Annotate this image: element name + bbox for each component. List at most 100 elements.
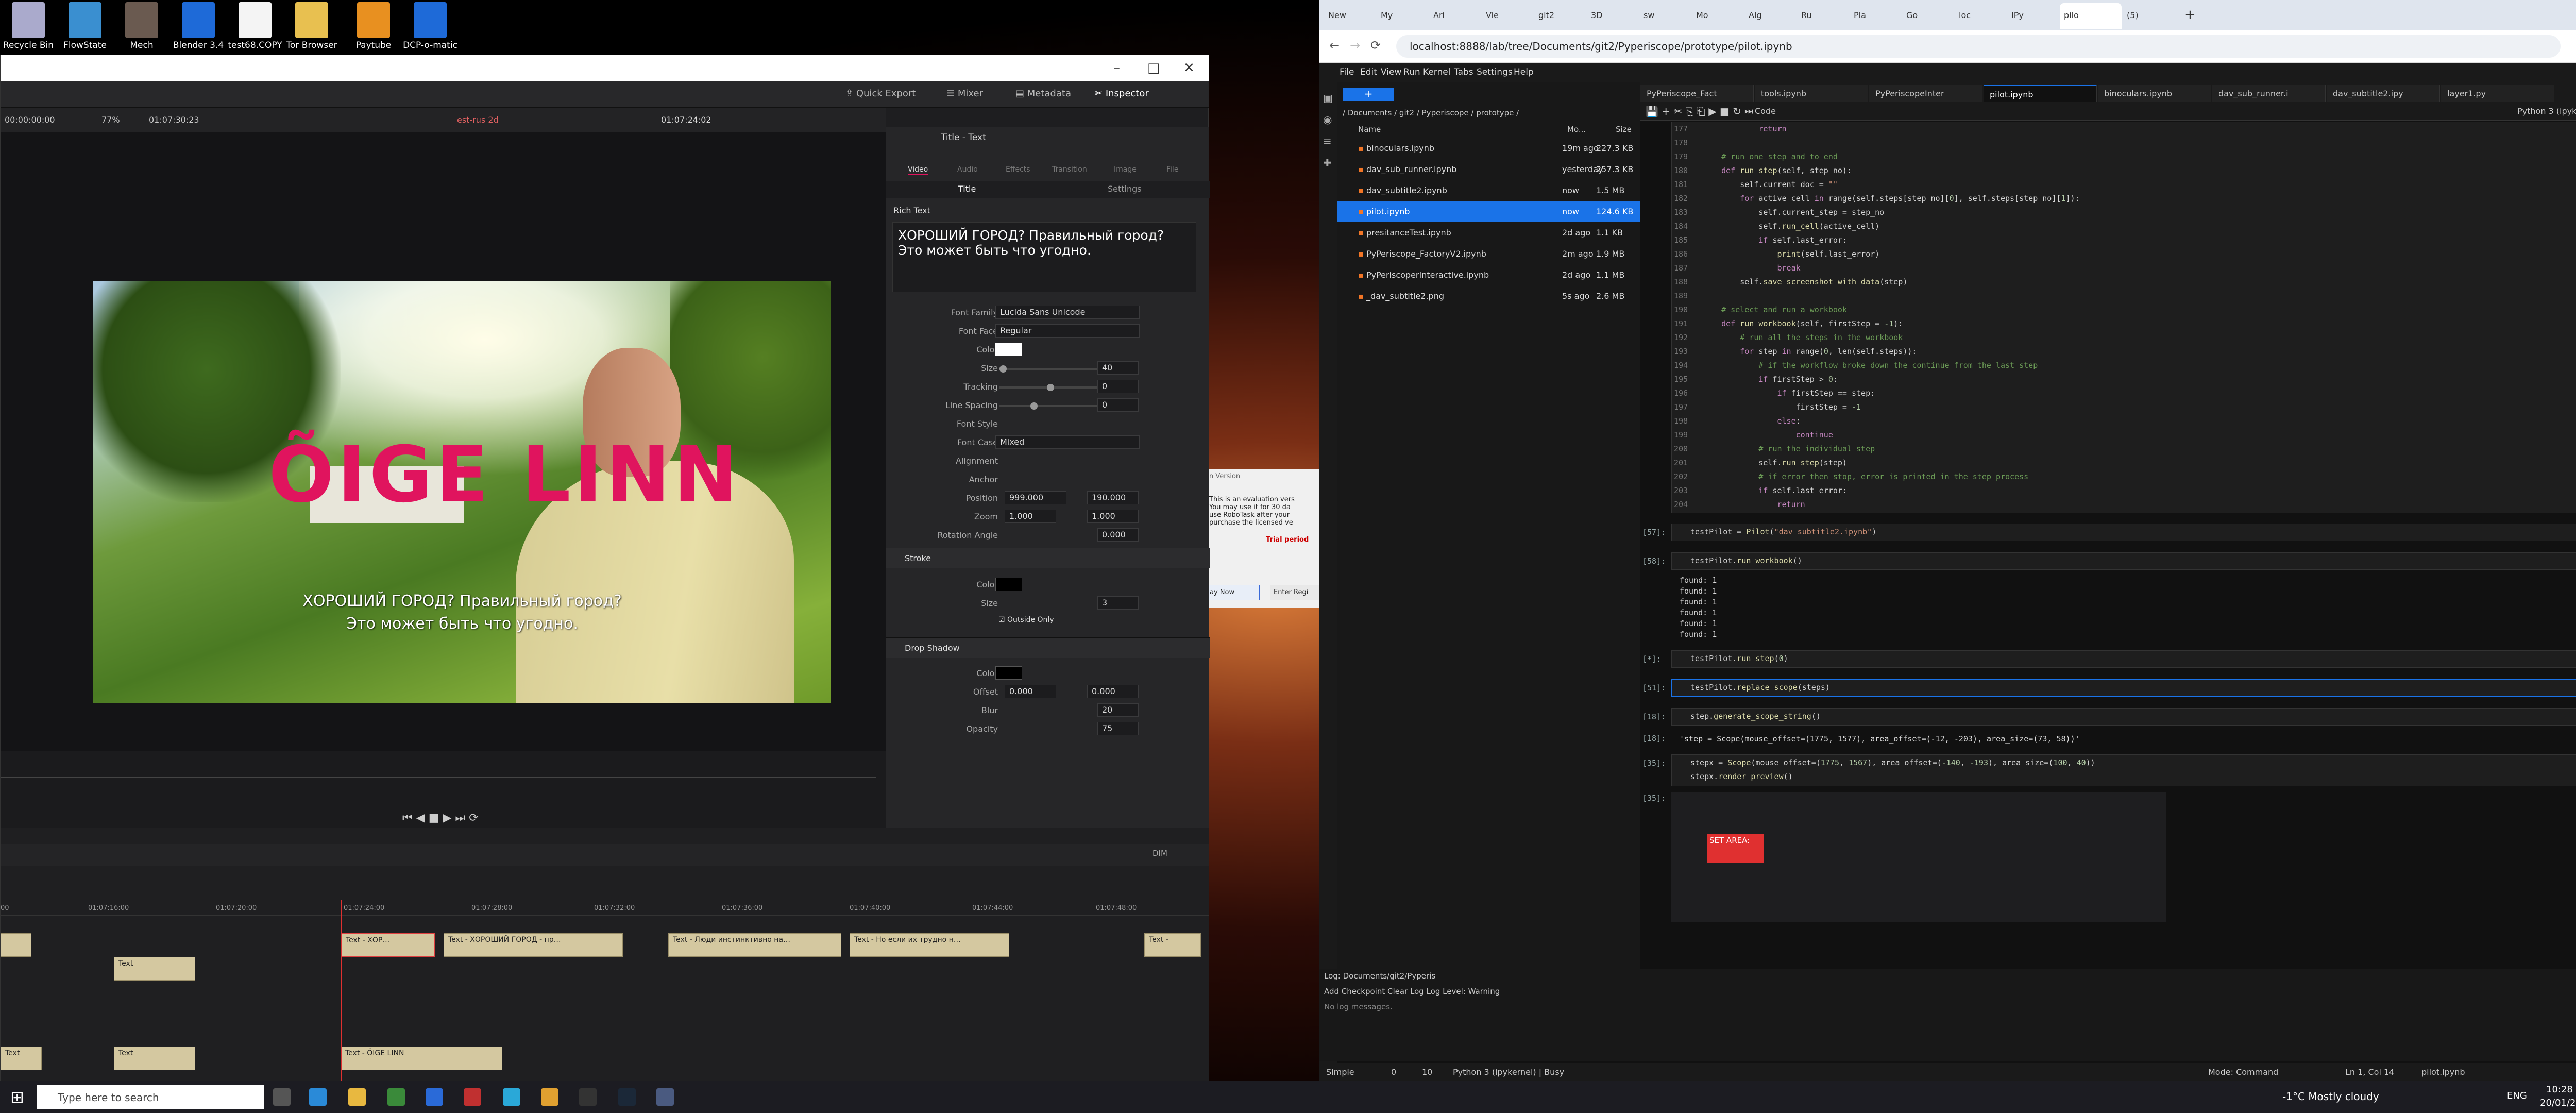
tracking-field[interactable]: 0 [1097, 380, 1139, 393]
browser-tab[interactable]: sw [1639, 3, 1691, 29]
chrome-icon[interactable] [541, 1088, 558, 1106]
forward-icon[interactable]: → [1350, 38, 1360, 53]
notebook-tab[interactable]: dav_subtitle2.ipy [2327, 85, 2440, 102]
back-icon[interactable]: ← [1329, 38, 1340, 53]
explorer-icon[interactable] [348, 1088, 366, 1106]
browser-tab[interactable]: git2 [1534, 3, 1586, 29]
metadata-button[interactable]: ▤ Metadata [1015, 88, 1071, 99]
color-swatch[interactable] [995, 343, 1022, 356]
file-row[interactable]: ▪ _dav_subtitle2.png 5s ago 2.6 MB [1337, 286, 1640, 307]
notebook-tab[interactable]: dav_sub_runner.i [2212, 85, 2326, 102]
extension-icon[interactable]: ✚ [1323, 157, 1332, 169]
shadow-color-swatch[interactable] [995, 666, 1022, 680]
notebook-tab[interactable]: layer1.py [2441, 85, 2554, 102]
tab-transition[interactable]: Transition [1052, 165, 1087, 174]
cell-type-select[interactable]: Code [1755, 106, 1776, 116]
breadcrumb[interactable]: / Documents / git2 / Pyperiscope / proto… [1343, 108, 1519, 117]
kernel-name[interactable]: Python 3 (ipykernel) [2517, 106, 2576, 116]
browser-tab[interactable]: 3D [1587, 3, 1638, 29]
tab-file[interactable]: File [1166, 165, 1178, 174]
clock-date[interactable]: 20/01/2025 [2540, 1098, 2576, 1108]
timeline-clip[interactable] [1, 933, 31, 957]
toolbar-icons[interactable]: 💾 + ✂ ⎘ ⎗ ▶ ■ ↻ ⏭ [1646, 105, 1753, 117]
log-tab[interactable]: Log: Documents/git2/Pyperis [1324, 971, 1435, 981]
add-checkpoint-button[interactable]: Add Checkpoint [1324, 987, 1385, 996]
position-x-field[interactable]: 999.000 [1005, 491, 1066, 504]
rich-text-editor[interactable]: ХОРОШИЙ ГОРОД? Правильный город? Это мож… [892, 222, 1196, 292]
notebook-tab[interactable]: pilot.ipynb [1984, 85, 2097, 102]
font-case-select[interactable]: Mixed [995, 435, 1140, 449]
video-frame[interactable]: ÕIGE LINN ХОРОШИЙ ГОРОД? Правильный горо… [93, 281, 831, 703]
timeline-clip[interactable]: Text - ÕIGE LINN [341, 1047, 502, 1070]
menu-view[interactable]: View [1381, 67, 1401, 77]
toc-icon[interactable]: ≡ [1323, 135, 1332, 147]
app-icon[interactable] [464, 1088, 481, 1106]
language[interactable]: ENG [2507, 1090, 2527, 1101]
code-cell-51[interactable]: testPilot.replace_scope(steps) [1671, 679, 2576, 697]
browser-tab[interactable]: Alg [1744, 3, 1796, 29]
code-cell-35[interactable]: stepx = Scope(mouse_offset=(1775, 1567),… [1671, 754, 2576, 786]
mixer-button[interactable]: ☰ Mixer [946, 88, 983, 99]
file-row[interactable]: ▪ dav_sub_runner.ipynb yesterday 257.3 KB [1337, 159, 1640, 180]
edge-icon[interactable] [309, 1088, 327, 1106]
browser-tab[interactable]: Ru [1797, 3, 1849, 29]
maximize-icon[interactable]: □ [1147, 60, 1160, 76]
browser-tab[interactable]: My [1377, 3, 1428, 29]
transport-controls[interactable]: ⏮ ◀ ■ ▶ ⏭ ⟳ [402, 812, 479, 824]
position-y-field[interactable]: 190.000 [1087, 491, 1139, 504]
menu-help[interactable]: Help [1514, 67, 1534, 77]
windows-start-icon[interactable]: ⊞ [10, 1087, 24, 1107]
size-field[interactable]: 40 [1097, 361, 1139, 375]
close-icon[interactable]: ✕ [1183, 60, 1195, 76]
browser-tab[interactable]: Pla [1850, 3, 1901, 29]
code-cell-57[interactable]: testPilot = Pilot("dav_subtitle2.ipynb") [1671, 524, 2576, 541]
steam-icon[interactable] [618, 1088, 636, 1106]
flowstate-icon[interactable]: FlowState [57, 2, 113, 50]
menu-kernel[interactable]: Kernel [1423, 67, 1450, 77]
new-tab-icon[interactable]: + [2184, 7, 2196, 23]
folder-icon[interactable]: ▣ [1323, 92, 1333, 104]
offset-y-field[interactable]: 0.000 [1087, 685, 1139, 698]
tab-audio[interactable]: Audio [957, 165, 978, 174]
dcp-icon[interactable]: DCP-o-matic [402, 2, 459, 50]
file-row[interactable]: ▪ binoculars.ipynb 19m ago 227.3 KB [1337, 138, 1640, 159]
quick-export-button[interactable]: ⇪ Quick Export [845, 88, 916, 99]
timeline-clip[interactable]: Text [114, 1047, 195, 1070]
code-cell-run-workbook[interactable]: 177 178 179 180 181 182 183 184 185 186 … [1671, 122, 2576, 513]
subtab-settings[interactable]: Settings [1108, 184, 1142, 194]
tab-effects[interactable]: Effects [1006, 165, 1030, 174]
code-cell-58[interactable]: testPilot.run_workbook() [1671, 552, 2576, 570]
weather[interactable]: -1°C Mostly cloudy [2282, 1090, 2379, 1103]
file-row[interactable]: ▪ PyPeriscoperInteractive.ipynb 2d ago 1.1… [1337, 265, 1640, 285]
timeline-clip[interactable]: Text - Люди инстинктивно на… [668, 933, 841, 957]
simple-mode-toggle[interactable]: Simple [1326, 1067, 1354, 1077]
zoom-x-field[interactable]: 1.000 [1005, 510, 1056, 523]
drop-shadow-section-header[interactable]: Drop Shadow [886, 637, 1210, 658]
notebook-tab[interactable]: PyPeriscopeInter [1869, 85, 1982, 102]
menu-edit[interactable]: Edit [1360, 67, 1377, 77]
timeline-clip[interactable]: Text - [1144, 933, 1201, 957]
log-level-select[interactable]: Warning [1468, 987, 1500, 996]
timeline-clip[interactable]: Text [114, 957, 195, 981]
enter-register-button[interactable]: Enter Regi [1270, 585, 1324, 600]
timeline-clip[interactable]: Text - ХОРОШИЙ ГОРОД - пр… [444, 933, 623, 957]
menu-run[interactable]: Run [1403, 67, 1420, 77]
browser-tab[interactable]: IPy [2007, 3, 2059, 29]
taskbar-search[interactable]: Type here to search [37, 1085, 264, 1109]
line-spacing-field[interactable]: 0 [1097, 398, 1139, 412]
file-row[interactable]: ▪ PyPeriscope_FactoryV2.ipynb 2m ago 1.9 M… [1337, 244, 1640, 264]
stroke-color-swatch[interactable] [995, 578, 1022, 591]
dim-button[interactable]: DIM [1153, 849, 1167, 858]
subtab-title[interactable]: Title [958, 184, 976, 194]
notebook-tab[interactable]: binoculars.ipynb [2098, 85, 2211, 102]
opacity-field[interactable]: 75 [1097, 722, 1139, 735]
url-input[interactable]: localhost:8888/lab/tree/Documents/git2/P… [1396, 35, 2561, 58]
timeline-clip[interactable]: Text - Но если их трудно н… [850, 933, 1009, 957]
tab-video[interactable]: Video [908, 165, 928, 175]
resolve-icon[interactable] [656, 1088, 674, 1106]
tracking-slider[interactable] [999, 384, 1103, 391]
terminal-icon[interactable] [579, 1088, 597, 1106]
file-row[interactable]: ▪ presitanceTest.ipynb 2d ago 1.1 KB [1337, 223, 1640, 243]
store-icon[interactable] [387, 1088, 405, 1106]
task-view-icon[interactable] [273, 1088, 291, 1106]
